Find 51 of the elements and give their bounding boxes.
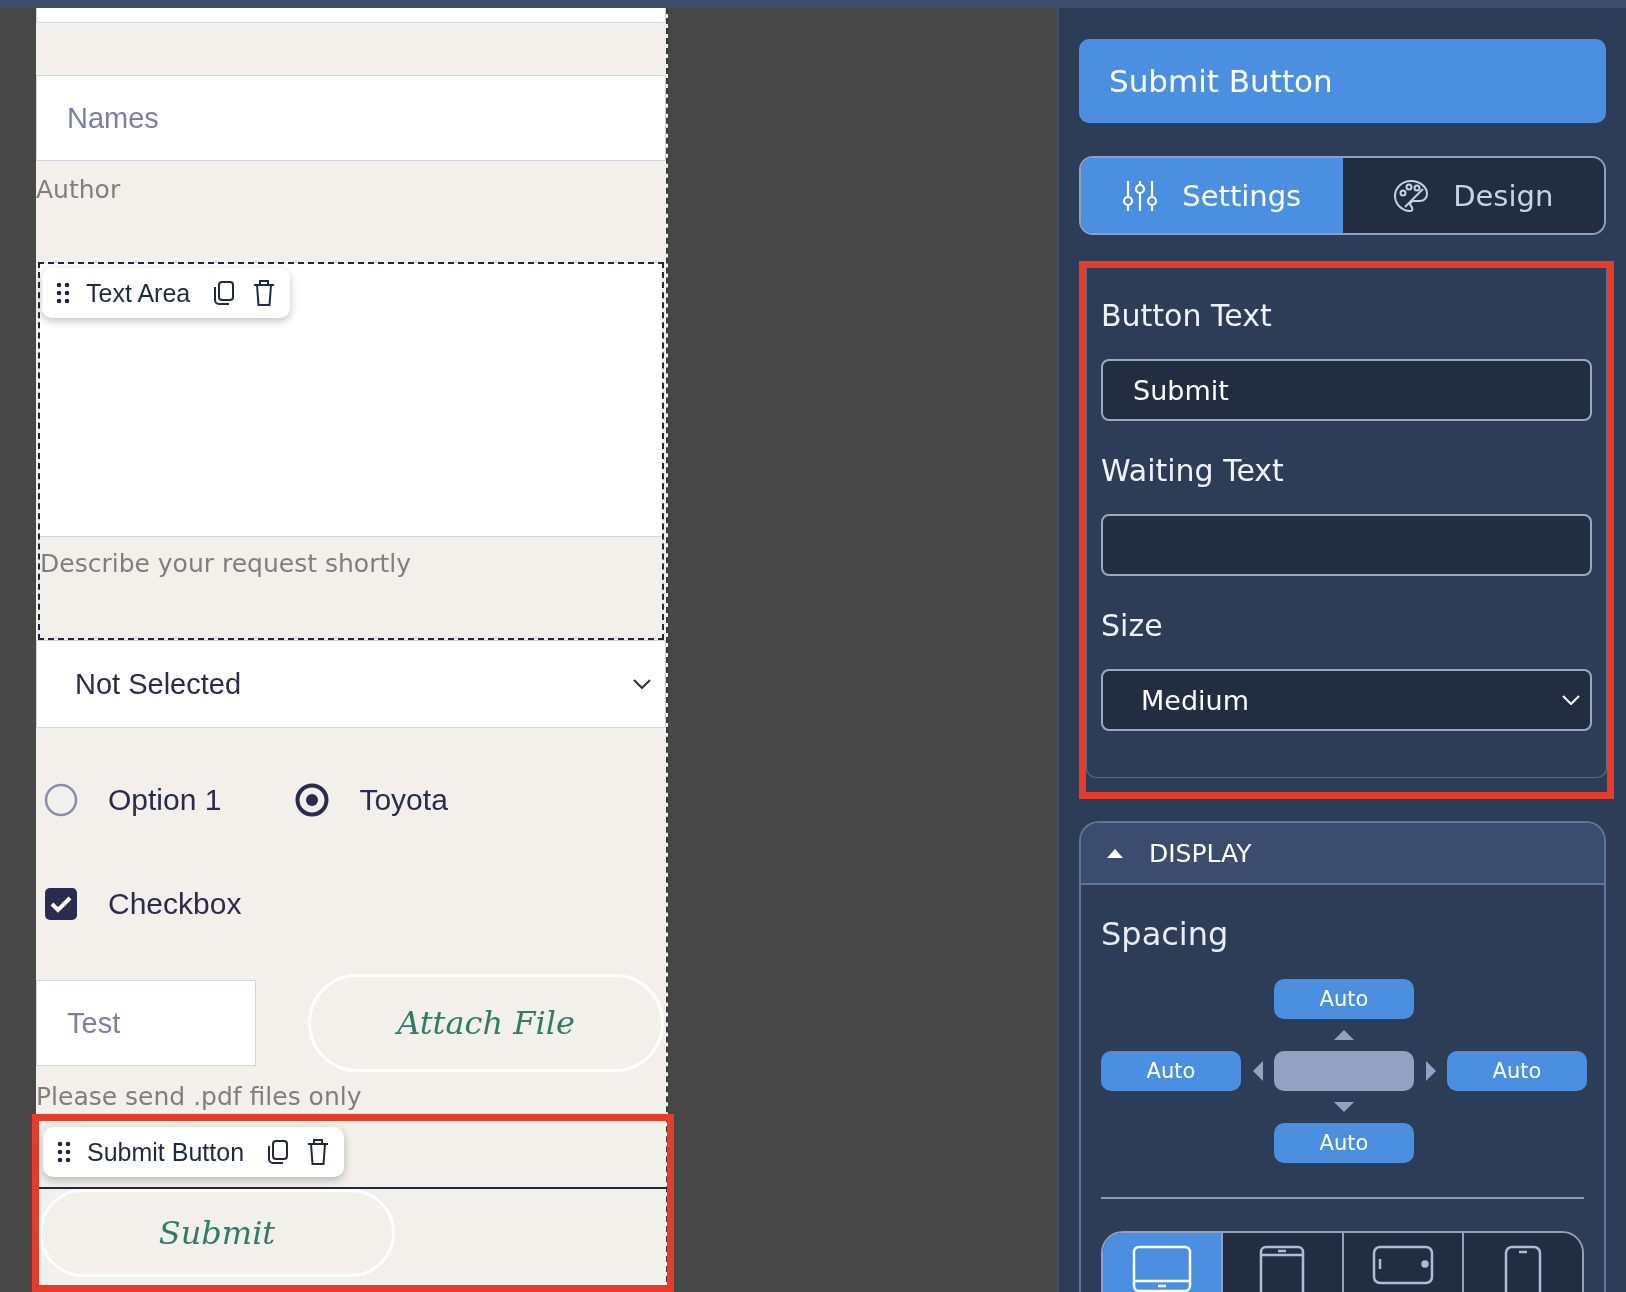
- checkbox-label: Checkbox: [108, 887, 242, 921]
- trash-icon[interactable]: [306, 1138, 331, 1166]
- radio-label: Toyota: [359, 783, 448, 817]
- chevron-down-icon: [1562, 695, 1580, 705]
- margin-right-button[interactable]: Auto: [1447, 1051, 1587, 1091]
- arrow-right-icon: [1425, 1061, 1436, 1081]
- margin-left-button[interactable]: Auto: [1101, 1051, 1241, 1091]
- palette-icon: [1393, 178, 1430, 213]
- field-label: Button Text: [1101, 298, 1273, 333]
- drag-handle-icon[interactable]: [56, 282, 70, 304]
- section-label: Spacing: [1101, 915, 1230, 953]
- input-field[interactable]: Test: [36, 980, 256, 1066]
- arrow-up-icon: [1334, 1030, 1354, 1040]
- section-header[interactable]: DISPLAY: [1081, 823, 1604, 885]
- helper-text: Describe your request shortly: [40, 549, 412, 578]
- toolbar-label: Submit Button: [87, 1137, 245, 1167]
- caret-up-icon: [1107, 848, 1123, 858]
- checkbox[interactable]: [44, 887, 78, 921]
- tablet-landscape-icon: [1371, 1245, 1434, 1285]
- helper-text: Please send .pdf files only: [36, 1082, 363, 1113]
- select-field[interactable]: Not Selected: [36, 640, 666, 728]
- monitor-icon: [1132, 1245, 1193, 1292]
- waiting-text-field[interactable]: [1101, 514, 1592, 576]
- input-field[interactable]: [36, 8, 666, 23]
- size-select[interactable]: Medium: [1101, 669, 1592, 731]
- submit-button[interactable]: Submit: [39, 1189, 395, 1277]
- chevron-down-icon: [633, 679, 651, 689]
- radio-button[interactable]: [295, 783, 330, 817]
- attach-file-button[interactable]: Attach File: [308, 974, 664, 1072]
- margin-bottom-button[interactable]: Auto: [1274, 1123, 1414, 1163]
- panel-title: Submit Button: [1079, 39, 1606, 123]
- radio-label: Option 1: [108, 783, 222, 817]
- sliders-icon: [1122, 178, 1159, 213]
- toolbar-label: Text Area: [86, 278, 191, 308]
- copy-icon[interactable]: [266, 1139, 291, 1165]
- arrow-left-icon: [1252, 1061, 1263, 1081]
- names-field[interactable]: Names: [36, 75, 666, 161]
- field-label: Size: [1101, 608, 1164, 643]
- field-label: Waiting Text: [1101, 453, 1285, 488]
- phone-icon: [1503, 1245, 1542, 1292]
- trash-icon[interactable]: [252, 279, 277, 307]
- tab[interactable]: Design: [1342, 158, 1604, 233]
- margin-top-button[interactable]: Auto: [1274, 979, 1414, 1019]
- field-label: Author: [36, 175, 122, 206]
- arrow-down-icon: [1334, 1102, 1354, 1112]
- button-text-field[interactable]: Submit: [1101, 359, 1592, 421]
- radio-button[interactable]: [44, 783, 78, 817]
- tablet-icon: [1259, 1245, 1306, 1292]
- tab[interactable]: Settings: [1081, 158, 1343, 233]
- copy-icon[interactable]: [212, 280, 237, 306]
- drag-handle-icon[interactable]: [57, 1141, 71, 1163]
